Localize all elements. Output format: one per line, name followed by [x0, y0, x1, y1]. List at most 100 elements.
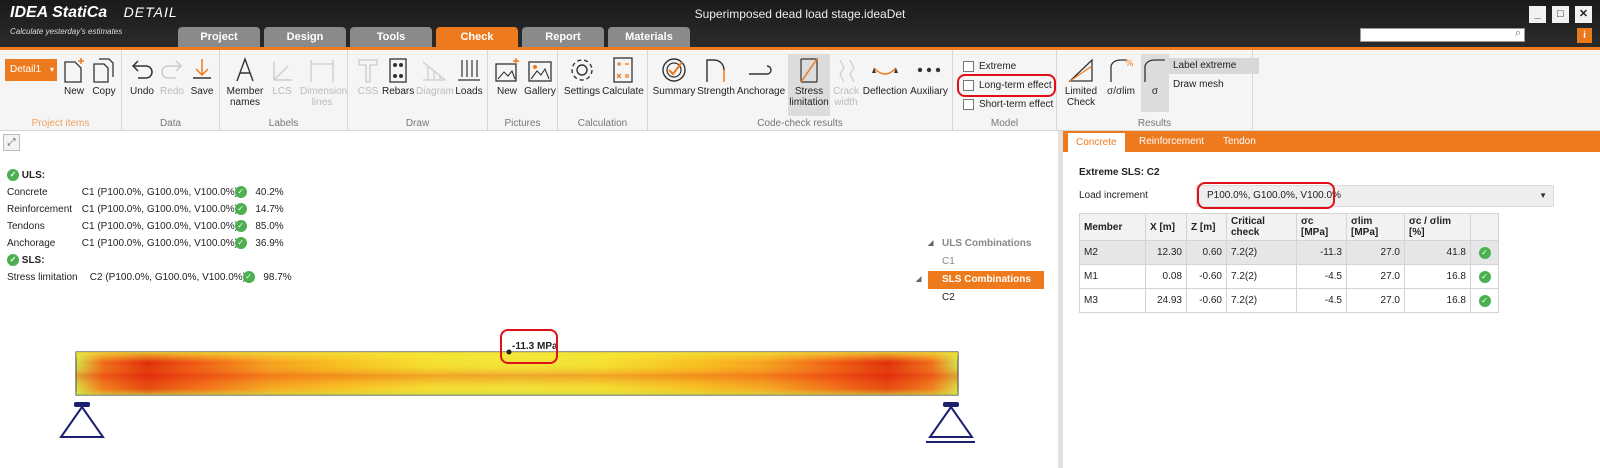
copy-icon: [93, 58, 114, 83]
dimension-icon: [310, 60, 334, 82]
load-increment-label: Load increment: [1079, 190, 1148, 201]
left-support-pin: [74, 402, 90, 407]
label-extreme-option[interactable]: Label extreme: [1169, 58, 1259, 74]
tab-reinforcement[interactable]: Reinforcement: [1131, 131, 1212, 152]
col-ratio: σc / σlim [%]: [1404, 213, 1471, 241]
lcs-button[interactable]: LCS: [268, 56, 296, 97]
ribbon: Detail1 ▾ New Copy Project items Undo Re…: [0, 47, 1600, 131]
strength-button[interactable]: Strength: [696, 56, 736, 97]
stress-limitation-icon: [800, 58, 818, 83]
maximize-button[interactable]: □: [1552, 6, 1569, 23]
col-z: Z [m]: [1186, 213, 1227, 241]
copy-button[interactable]: Copy: [90, 56, 118, 97]
detail-dropdown[interactable]: Detail1 ▾: [5, 59, 57, 81]
right-support-icon: [928, 405, 974, 438]
close-button[interactable]: ✕: [1575, 6, 1592, 23]
diagram-button[interactable]: Diagram: [416, 56, 454, 97]
group-results: Limited Check % σ/σlim σ Label extreme D…: [1057, 50, 1259, 131]
table-row[interactable]: M1 0.08 -0.60 7.2(2) -4.5 27.0 16.8 ✓: [1079, 264, 1499, 289]
highlight-load-increment: [1197, 182, 1335, 209]
stress-limitation-button[interactable]: Stress limitation: [788, 54, 830, 116]
new-item-button[interactable]: New: [60, 56, 88, 97]
diagram-icon: [422, 61, 446, 81]
anchorage-icon: [749, 65, 772, 75]
limited-check-button[interactable]: Limited Check: [1061, 56, 1101, 108]
crack-width-icon: [839, 59, 855, 83]
sigma-button[interactable]: σ: [1141, 54, 1169, 112]
tab-project[interactable]: Project: [178, 27, 260, 47]
group-data: Undo Redo Save Data: [122, 50, 220, 131]
col-sigma-lim: σlim [MPa]: [1346, 213, 1405, 241]
dimension-lines-button[interactable]: Dimension lines: [300, 56, 347, 108]
new-picture-icon: [495, 58, 519, 82]
strength-icon: [706, 59, 725, 82]
search-icon: ⌕: [1514, 27, 1521, 39]
group-calculation: Settings Calculate Calculation: [558, 50, 648, 131]
gallery-icon: [528, 61, 552, 82]
calculate-button[interactable]: Calculate: [602, 56, 644, 97]
results-panel: Concrete Reinforcement Tendon Extreme SL…: [1063, 131, 1600, 468]
extreme-title: Extreme SLS: C2: [1079, 167, 1160, 178]
auxiliary-button[interactable]: Auxiliary: [908, 56, 950, 97]
extreme-icon: [963, 61, 974, 72]
group-model: Extreme Long-term effect Short-term effe…: [953, 50, 1057, 131]
calculator-icon: [613, 57, 633, 83]
group-label-results: Results: [1137, 118, 1172, 129]
info-button[interactable]: i: [1577, 28, 1592, 43]
tab-materials[interactable]: Materials: [608, 27, 690, 47]
short-term-effect-option[interactable]: Short-term effect: [961, 96, 1053, 113]
group-label-calculation: Calculation: [577, 118, 628, 129]
group-code-check: Summary Strength Anchorage Stress limita…: [648, 50, 953, 131]
new-picture-button[interactable]: New: [492, 56, 522, 97]
css-button[interactable]: CSS: [354, 56, 382, 97]
undo-icon: [131, 60, 153, 79]
table-header-row: Member X [m] Z [m] Critical check σc [MP…: [1079, 213, 1499, 241]
group-label-labels: Labels: [268, 118, 299, 129]
tab-tendon[interactable]: Tendon: [1215, 131, 1264, 152]
gear-icon: [571, 59, 593, 81]
loads-button[interactable]: Loads: [454, 56, 484, 97]
gallery-button[interactable]: Gallery: [524, 56, 556, 97]
group-label-code-check: Code-check results: [757, 118, 843, 129]
member-names-button[interactable]: Member names: [224, 56, 266, 108]
draw-mesh-option[interactable]: Draw mesh: [1169, 77, 1259, 93]
search-input[interactable]: ⌕: [1360, 27, 1525, 42]
results-tabs: Concrete Reinforcement Tendon: [1063, 131, 1600, 152]
tab-concrete[interactable]: Concrete: [1068, 133, 1125, 152]
rebars-button[interactable]: Rebars: [382, 56, 414, 97]
group-project-items: Detail1 ▾ New Copy Project items: [0, 50, 122, 131]
col-x: X [m]: [1145, 213, 1187, 241]
more-dots-icon: [917, 67, 941, 73]
minimize-button[interactable]: _: [1529, 6, 1546, 23]
col-status: [1470, 213, 1499, 241]
highlight-long-term: [957, 74, 1056, 97]
settings-button[interactable]: Settings: [562, 56, 602, 97]
tab-report[interactable]: Report: [522, 27, 604, 47]
deflection-button[interactable]: Deflection: [862, 56, 908, 97]
redo-button[interactable]: Redo: [158, 56, 186, 97]
group-pictures: New Gallery Pictures: [488, 50, 558, 131]
undo-button[interactable]: Undo: [128, 56, 156, 97]
table-row[interactable]: M3 24.93 -0.60 7.2(2) -4.5 27.0 16.8 ✓: [1079, 288, 1499, 313]
tab-design[interactable]: Design: [264, 27, 346, 47]
check-ok-icon: ✓: [1478, 294, 1491, 307]
tagline: Calculate yesterday's estimates: [10, 27, 123, 36]
main-view: ⤢ ✓ ULS: Concrete C1 (P100.0%, G100.0%, …: [0, 131, 1058, 468]
save-button[interactable]: Save: [188, 56, 216, 97]
tab-tools[interactable]: Tools: [350, 27, 432, 47]
short-term-icon: [963, 99, 974, 110]
group-label-pictures: Pictures: [504, 118, 541, 129]
extreme-option[interactable]: Extreme: [961, 58, 1016, 75]
group-label-project-items: Project items: [31, 118, 90, 129]
sigma-lim-button[interactable]: % σ/σlim: [1103, 56, 1139, 97]
beam-stress-plot: [59, 349, 975, 443]
crack-width-button[interactable]: Crack width: [832, 56, 860, 108]
svg-text:%: %: [1125, 59, 1134, 69]
anchorage-button[interactable]: Anchorage: [736, 56, 786, 97]
sigma-lim-icon: %: [1110, 59, 1134, 82]
tab-check[interactable]: Check: [436, 27, 518, 47]
group-labels: Member names LCS Dimension lines Labels: [220, 50, 348, 131]
summary-button[interactable]: Summary: [652, 56, 696, 97]
table-row[interactable]: M2 12.30 0.60 7.2(2) -11.3 27.0 41.8 ✓: [1079, 240, 1499, 265]
col-sigma-c: σc [MPa]: [1296, 213, 1347, 241]
